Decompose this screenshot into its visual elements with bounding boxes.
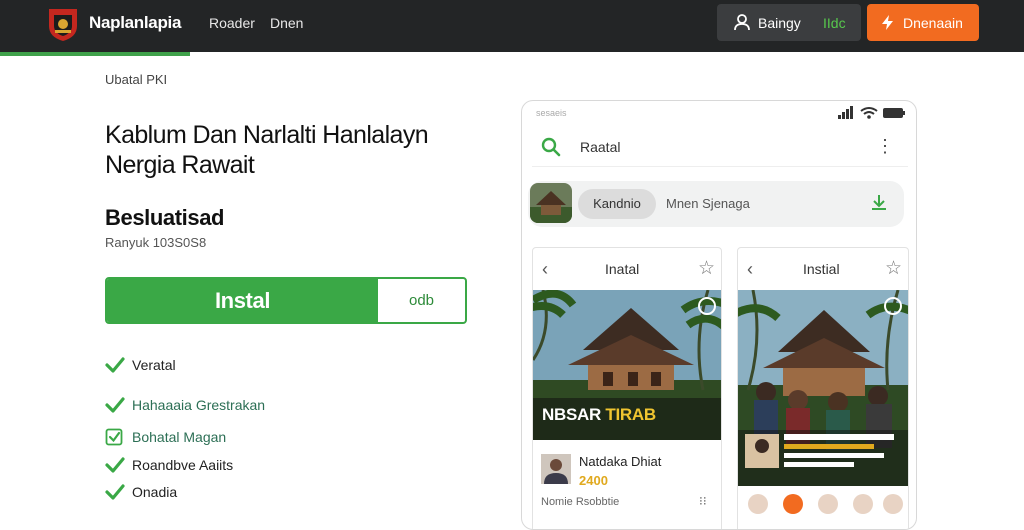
list-item: Veratal — [105, 355, 405, 375]
page-title-line-1: Kablum Dan Narlalti Hanlalayn — [105, 121, 429, 149]
progress-underline — [0, 52, 190, 56]
search-icon — [541, 137, 561, 157]
avatar[interactable] — [783, 494, 803, 514]
download-button[interactable]: Dnenaain — [867, 4, 979, 41]
check-icon — [105, 397, 125, 413]
battery-icon — [883, 108, 905, 118]
emblem-logo-icon[interactable] — [46, 6, 80, 42]
check-icon — [105, 457, 125, 473]
more-vertical-icon[interactable]: ⋮ — [876, 137, 894, 155]
card-image[interactable]: NBSAR TIRAB — [533, 290, 721, 440]
play-icon[interactable] — [884, 297, 902, 315]
user-menu-button[interactable]: Baingy IIdc — [717, 4, 861, 41]
section-heading: Besluatisad — [105, 205, 225, 230]
download-icon[interactable] — [870, 193, 888, 211]
nav-item-dnen[interactable]: Dnen — [270, 15, 303, 31]
card-image[interactable] — [738, 290, 908, 486]
list-item: Onadia — [105, 482, 405, 502]
list-item: Roandbve Aaiits — [105, 455, 405, 475]
check-icon — [105, 357, 125, 373]
status-bar-text: sesaeis — [536, 108, 567, 118]
download-button-label: Dnenaain — [903, 15, 963, 31]
feature-label: Veratal — [132, 357, 176, 373]
avatar[interactable] — [853, 494, 873, 514]
nav-item-roader[interactable]: Roader — [209, 15, 255, 31]
user-name: Baingy — [758, 15, 801, 31]
lightning-icon — [882, 15, 893, 30]
card-overlay-text: NBSAR TIRAB — [542, 405, 656, 425]
item-price: 2400 — [579, 473, 608, 488]
avatar[interactable] — [818, 494, 838, 514]
avatar[interactable] — [883, 494, 903, 514]
card-title: Instial — [803, 261, 840, 277]
content-card[interactable]: ‹ Inatal ☆ NBSAR TIRAB Natdaka Dhiat 240… — [532, 247, 722, 529]
feature-label: Bohatal Magan — [132, 429, 227, 445]
chip-mnen-sjenaga[interactable]: Mnen Sjenaga — [666, 196, 750, 211]
grid-icon[interactable]: ⁝⁝ — [699, 494, 707, 508]
card-title: Inatal — [605, 261, 640, 277]
avatar[interactable] — [748, 494, 768, 514]
card-footer-text: Nomie Rsobbtie — [541, 496, 620, 508]
filter-chips: Kandnio Mnen Sjenaga — [528, 181, 904, 227]
phone-preview: sesaeis Raatal ⋮ Kandnio Mnen Sjenaga ‹ … — [521, 100, 917, 530]
breadcrumb[interactable]: Ubatal PKI — [105, 72, 167, 87]
page-title: Kablum Dan Narlalti Hanlalayn Nergia Raw… — [105, 120, 485, 180]
avatar — [541, 454, 571, 484]
user-icon — [734, 14, 750, 31]
feature-label: Onadia — [132, 484, 178, 500]
list-item: Bohatal Magan — [105, 427, 405, 447]
signal-icon — [838, 106, 853, 119]
wifi-icon — [860, 107, 878, 119]
item-name: Natdaka Dhiat — [579, 454, 662, 469]
language-code: IIdc — [823, 15, 846, 31]
list-item: Hahaaaia Grestrakan — [105, 395, 405, 415]
checkbox-icon — [105, 428, 123, 446]
chevron-left-icon[interactable]: ‹ — [747, 259, 753, 280]
feature-label: Hahaaaia Grestrakan — [132, 397, 266, 413]
brand-name[interactable]: Naplanlapia — [89, 13, 181, 33]
section-subtext: Ranyuk 103S0S8 — [105, 235, 207, 250]
status-icons — [838, 106, 905, 119]
content-card[interactable]: ‹ Instial ☆ — [737, 247, 909, 529]
thumbnail-image[interactable] — [530, 183, 572, 223]
star-icon[interactable]: ☆ — [885, 257, 902, 280]
search-bar[interactable]: Raatal ⋮ — [532, 127, 908, 167]
overlay-word-a: NBSAR — [542, 405, 601, 424]
chip-kandnio[interactable]: Kandnio — [578, 189, 656, 219]
feature-label: Roandbve Aaiits — [132, 457, 234, 473]
avatar-row — [738, 488, 908, 518]
install-alt-button[interactable]: odb — [378, 279, 465, 322]
search-input[interactable]: Raatal — [580, 139, 620, 155]
check-icon — [105, 484, 125, 500]
chevron-left-icon[interactable]: ‹ — [542, 259, 548, 280]
page-title-line-2: Nergia Rawait — [105, 151, 255, 179]
install-button-group: Instal odb — [105, 277, 467, 324]
top-bar: Naplanlapia Roader Dnen Baingy IIdc Dnen… — [0, 0, 1024, 52]
star-icon[interactable]: ☆ — [698, 257, 715, 280]
install-button[interactable]: Instal — [107, 279, 378, 322]
overlay-word-b: TIRAB — [605, 405, 656, 424]
play-icon[interactable] — [698, 297, 716, 315]
